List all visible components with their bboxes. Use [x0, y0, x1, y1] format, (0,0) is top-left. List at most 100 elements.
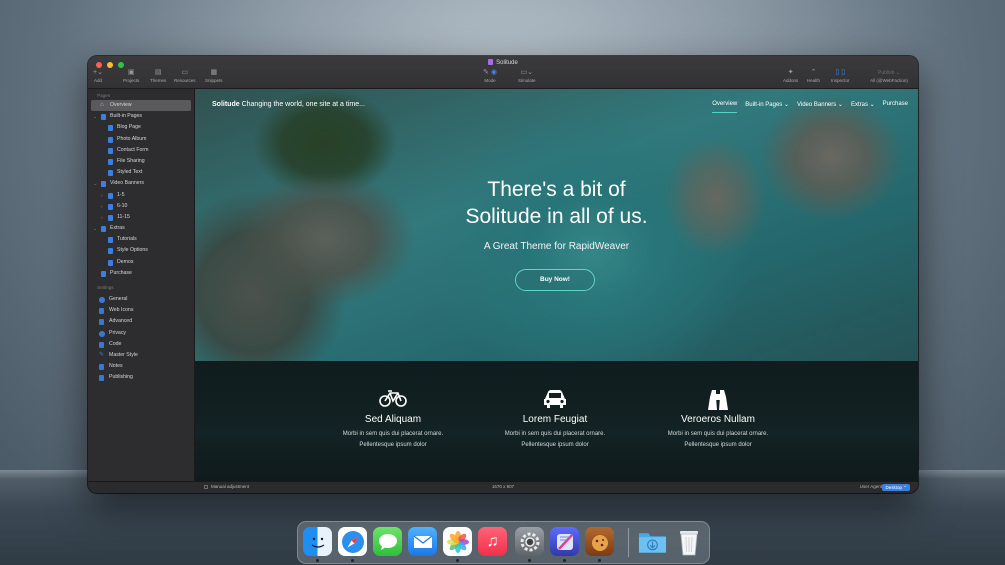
- running-indicator: [528, 559, 531, 562]
- feature-title: Lorem Feugiat: [522, 414, 588, 425]
- sidebar-item-11-15[interactable]: › 11-15: [88, 212, 194, 223]
- advanced-icon: [99, 319, 104, 326]
- feature-description-line2: Pellentesque ipsum dolor: [684, 442, 752, 448]
- feature-description-line1: Morbi in sem quis dui placerat ornare.: [342, 431, 444, 437]
- sidebar-item-1-5[interactable]: › 1-5: [88, 190, 194, 201]
- sidebar-item-purchase[interactable]: Purchase: [88, 268, 194, 279]
- website-preview: Solitude Changing the world, one site at…: [195, 89, 918, 482]
- status-bar: Manual adjustment 1670 x 907 User Agent …: [88, 481, 918, 493]
- system-settings-icon[interactable]: [515, 527, 544, 556]
- site-logo[interactable]: Solitude Changing the world, one site at…: [212, 101, 365, 108]
- sidebar-item-blog-page[interactable]: Blog Page: [88, 122, 194, 133]
- hero-section: Solitude Changing the world, one site at…: [195, 89, 918, 361]
- snippets-button[interactable]: ▦ Snippets: [205, 69, 223, 83]
- notes-icon: [99, 364, 104, 371]
- resources-icon: ▭: [181, 69, 189, 76]
- bicycle-icon: [323, 389, 463, 411]
- resources-button[interactable]: ▭ Resources: [174, 69, 196, 83]
- simulate-button[interactable]: ▭⌄ Simulate: [518, 69, 536, 83]
- inspector-button[interactable]: ▯ ▯ Inspector: [831, 69, 850, 83]
- addons-button[interactable]: ✦ Addons: [783, 69, 798, 83]
- sidebar-item-label: Master Style: [109, 351, 138, 358]
- feature-title: Sed Aliquam: [364, 414, 422, 425]
- projects-button[interactable]: ▣ Projects: [123, 69, 139, 83]
- downloads-folder-icon[interactable]: [638, 527, 667, 556]
- features-section: Sed Aliquam Morbi in sem quis dui placer…: [195, 361, 918, 482]
- disclosure-closed-icon[interactable]: ›: [101, 201, 103, 212]
- preview-dimensions: 1670 x 907: [491, 484, 515, 489]
- themes-button[interactable]: ▤ Themes: [150, 69, 166, 83]
- sidebar-item-tutorials[interactable]: Tutorials: [88, 234, 194, 245]
- mode-button[interactable]: ✎ ◉ Mode: [483, 69, 497, 83]
- disclosure-open-icon[interactable]: ⌄: [93, 111, 97, 122]
- hero-subtitle: A Great Theme for RapidWeaver: [483, 241, 630, 252]
- publish-button[interactable]: Publish ⌄ All (@WebFaction): [866, 69, 912, 83]
- trash-can-svg: [679, 530, 698, 555]
- messages-icon[interactable]: [373, 527, 402, 556]
- sidebar-item-file-sharing[interactable]: File Sharing: [88, 156, 194, 167]
- finder-icon[interactable]: [303, 527, 332, 556]
- binoculars-icon: [648, 389, 788, 411]
- sidebar-item-code[interactable]: Code: [88, 339, 194, 350]
- site-nav-video-banners[interactable]: Video Banners ⌄: [797, 101, 843, 108]
- disclosure-open-icon[interactable]: ⌄: [93, 178, 97, 189]
- site-nav-overview[interactable]: Overview: [712, 101, 738, 113]
- plus-icon: +⌄: [93, 69, 103, 76]
- photos-icon[interactable]: [443, 527, 472, 556]
- add-button[interactable]: +⌄ Add: [93, 69, 103, 83]
- sidebar-item-6-10[interactable]: › 6-10: [88, 201, 194, 212]
- mail-icon[interactable]: [408, 527, 437, 556]
- sidebar-item-privacy[interactable]: Privacy: [88, 328, 194, 339]
- window-title-text: Solitude: [496, 60, 518, 66]
- sidebar-item-photo-album[interactable]: Photo Album: [88, 134, 194, 145]
- inspector-label: Inspector: [831, 78, 850, 83]
- sidebar-item-label: Photo Album: [117, 135, 147, 142]
- disclosure-closed-icon[interactable]: ›: [101, 190, 103, 201]
- publish-icon: Publish ⌄: [878, 70, 900, 76]
- projects-label: Projects: [123, 78, 140, 83]
- binoculars-icon-svg: [708, 390, 728, 410]
- sidebar-item-styled-text[interactable]: Styled Text: [88, 167, 194, 178]
- page-icon: [108, 158, 113, 165]
- trash-icon[interactable]: [674, 527, 703, 556]
- health-button[interactable]: ⌃ Health: [807, 69, 820, 83]
- music-icon[interactable]: ♫: [478, 527, 507, 556]
- buy-now-button[interactable]: Buy Now!: [515, 269, 595, 291]
- disclosure-open-icon[interactable]: ⌄: [93, 223, 97, 234]
- sidebar-item-label: Demos: [117, 258, 134, 265]
- page-icon: [108, 214, 113, 221]
- sidebar-item-built-in-pages[interactable]: ⌄ Built-in Pages: [88, 111, 194, 122]
- safari-icon[interactable]: [338, 527, 367, 556]
- dock-separator: [628, 528, 629, 557]
- sidebar-item-publishing[interactable]: Publishing: [88, 372, 194, 383]
- sidebar-item-video-banners[interactable]: ⌄ Video Banners: [88, 178, 194, 189]
- sidebar-item-overview[interactable]: ⌂ Overview: [91, 100, 191, 112]
- site-nav-built-in-pages[interactable]: Built-in Pages ⌄: [745, 101, 789, 108]
- sidebar-item-general[interactable]: General: [88, 294, 194, 305]
- sidebar-item-label: Notes: [109, 363, 123, 370]
- snippets-label: Snippets: [205, 78, 223, 83]
- sidebar-item-contact-form[interactable]: Contact Form: [88, 145, 194, 156]
- sidebar-item-demos[interactable]: Demos: [88, 257, 194, 268]
- sidebar-item-advanced[interactable]: Advanced: [88, 316, 194, 327]
- inspector-icon: ▯ ▯: [835, 69, 846, 76]
- car-icon-svg: [544, 390, 566, 408]
- user-agent-select[interactable]: Desktop ⌃: [882, 483, 910, 491]
- site-nav-purchase[interactable]: Purchase: [883, 101, 908, 108]
- site-nav-extras[interactable]: Extras ⌄: [851, 101, 875, 108]
- rapidweaver-icon[interactable]: [550, 527, 579, 556]
- sidebar-item-master-style[interactable]: ✎ Master Style: [88, 350, 194, 361]
- sidebar-item-style-options[interactable]: Style Options: [88, 245, 194, 256]
- sidebar-item-extras[interactable]: ⌄ Extras: [88, 223, 194, 234]
- code-icon: [99, 341, 104, 348]
- disclosure-closed-icon[interactable]: ›: [101, 212, 103, 223]
- sidebar-item-label: Styled Text: [117, 169, 143, 176]
- add-label: Add: [93, 78, 102, 83]
- sidebar-item-web-icons[interactable]: Web Icons: [88, 305, 194, 316]
- photos-flower-svg: [446, 530, 469, 553]
- app-window: Solitude +⌄ Add ▣ Projects ▤ Themes ▭ Re…: [88, 56, 918, 493]
- cookie-app-icon[interactable]: [585, 527, 614, 556]
- site-name: Solitude: [212, 101, 240, 108]
- sidebar-item-notes[interactable]: Notes: [88, 361, 194, 372]
- bicycle-icon-svg: [379, 390, 407, 407]
